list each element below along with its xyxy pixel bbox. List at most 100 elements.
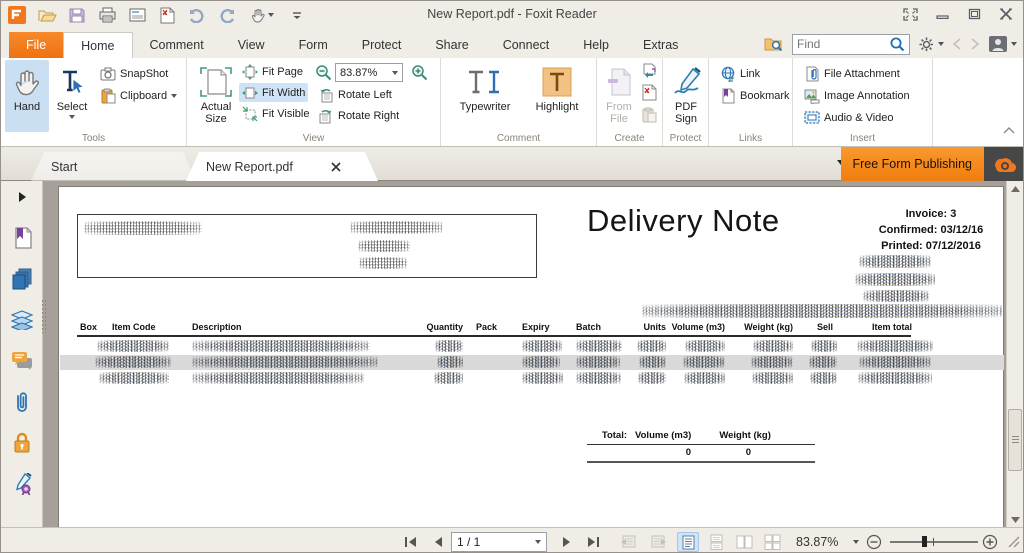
- security-panel-button[interactable]: [9, 431, 35, 455]
- create-from-clipboard-button[interactable]: [641, 106, 658, 123]
- new-document-button[interactable]: [157, 5, 177, 25]
- minimize-button[interactable]: [933, 6, 951, 22]
- typewriter-button[interactable]: Typewriter: [449, 60, 521, 132]
- clipboard-button[interactable]: Clipboard: [97, 86, 180, 105]
- next-page-button[interactable]: [559, 532, 575, 551]
- layers-panel-button[interactable]: [9, 308, 35, 332]
- tab-view[interactable]: View: [221, 32, 282, 58]
- tab-file[interactable]: File: [9, 32, 63, 58]
- status-zoom-value[interactable]: 83.87%: [796, 532, 838, 551]
- single-page-view-button[interactable]: [677, 532, 699, 552]
- settings-gear-button[interactable]: [918, 36, 944, 53]
- history-forward-button[interactable]: [970, 38, 980, 50]
- tab-extras[interactable]: Extras: [626, 32, 695, 58]
- zoom-slider-thumb[interactable]: [922, 536, 927, 547]
- previous-page-button[interactable]: [429, 532, 445, 551]
- create-blank-button[interactable]: [641, 84, 658, 101]
- doc-tab-new-report[interactable]: New Report.pdf: [186, 152, 378, 181]
- scrollbar-thumb[interactable]: [1008, 409, 1022, 471]
- col-item-code: Item Code: [112, 322, 156, 332]
- tab-share[interactable]: Share: [418, 32, 485, 58]
- find-box[interactable]: [792, 34, 910, 55]
- hand-tool-quick-button[interactable]: [247, 5, 277, 25]
- doc-tab-start[interactable]: Start: [31, 152, 196, 181]
- audio-video-button[interactable]: Audio & Video: [801, 108, 897, 127]
- fullscreen-button[interactable]: [901, 6, 919, 22]
- comments-panel-button[interactable]: [9, 349, 35, 373]
- close-tab-icon[interactable]: [331, 162, 341, 172]
- history-back-button[interactable]: [952, 38, 962, 50]
- maximize-button[interactable]: [965, 6, 983, 22]
- zoom-level-combo[interactable]: 83.87%: [335, 63, 403, 82]
- find-input[interactable]: [797, 37, 889, 51]
- rotate-left-button[interactable]: Rotate Left: [315, 85, 395, 104]
- fit-width-button[interactable]: Fit Width: [239, 83, 308, 102]
- expand-panel-arrow[interactable]: [9, 185, 35, 209]
- fit-visible-button[interactable]: Fit Visible: [239, 104, 312, 123]
- pages-panel-button[interactable]: [9, 267, 35, 291]
- continuous-facing-view-button[interactable]: [761, 532, 783, 552]
- undo-button[interactable]: [187, 5, 207, 25]
- title-bar: New Report.pdf - Foxit Reader: [1, 1, 1023, 29]
- link-button[interactable]: Link: [717, 64, 763, 83]
- rotate-right-button[interactable]: Rotate Right: [315, 106, 402, 125]
- scroll-down-arrow[interactable]: [1007, 512, 1024, 527]
- facing-view-button[interactable]: [733, 532, 755, 552]
- ribbon-home: Hand Select SnapShot Clipboard: [1, 58, 1023, 147]
- create-from-multiple-button[interactable]: [641, 62, 658, 79]
- search-folder-icon[interactable]: [764, 36, 784, 52]
- tab-comment[interactable]: Comment: [133, 32, 221, 58]
- zoom-in-button[interactable]: [411, 64, 428, 81]
- page-number-combo[interactable]: 1 / 1: [451, 532, 547, 552]
- print-button[interactable]: [97, 5, 117, 25]
- zoom-out-button[interactable]: [315, 64, 332, 81]
- continuous-view-button[interactable]: [705, 532, 727, 552]
- zoom-out-slider-button[interactable]: [865, 532, 883, 551]
- resize-grip[interactable]: [1005, 532, 1021, 551]
- user-account-button[interactable]: [988, 35, 1017, 53]
- panel-resize-grip[interactable]: [41, 299, 46, 333]
- tab-help[interactable]: Help: [566, 32, 626, 58]
- last-page-button[interactable]: [583, 532, 603, 551]
- status-zoom-caret[interactable]: [853, 532, 859, 551]
- close-button[interactable]: [997, 6, 1015, 22]
- pdf-sign-button[interactable]: PDF Sign: [665, 60, 707, 132]
- redo-button[interactable]: [217, 5, 237, 25]
- email-button[interactable]: [127, 5, 147, 25]
- bookmark-button[interactable]: Bookmark: [717, 86, 793, 105]
- customize-toolbar-button[interactable]: [287, 5, 307, 25]
- actual-size-button[interactable]: Actual Size: [193, 60, 239, 132]
- ribbon-tab-bar: File Home Comment View Form Protect Shar…: [1, 29, 1023, 58]
- file-attachment-button[interactable]: File Attachment: [801, 64, 903, 83]
- find-search-icon[interactable]: [889, 36, 905, 52]
- bookmarks-panel-button[interactable]: [9, 226, 35, 250]
- zoom-slider-track[interactable]: [890, 541, 978, 543]
- open-file-button[interactable]: [37, 5, 57, 25]
- first-page-button[interactable]: [401, 532, 421, 551]
- free-form-publishing-button[interactable]: Free Form Publishing: [841, 147, 985, 181]
- zoom-slider-tick: [933, 538, 934, 546]
- foxit-logo-icon[interactable]: [7, 5, 27, 25]
- tab-connect[interactable]: Connect: [486, 32, 567, 58]
- previous-view-button[interactable]: [617, 532, 639, 551]
- scroll-up-arrow[interactable]: [1007, 181, 1024, 196]
- from-file-button[interactable]: From File: [599, 60, 639, 132]
- tab-protect[interactable]: Protect: [345, 32, 419, 58]
- tab-form[interactable]: Form: [282, 32, 345, 58]
- zoom-in-slider-button[interactable]: [981, 532, 999, 551]
- save-button[interactable]: [67, 5, 87, 25]
- tab-home[interactable]: Home: [63, 32, 132, 58]
- highlight-button[interactable]: Highlight: [525, 60, 589, 132]
- foxit-cloud-logo-icon[interactable]: [984, 147, 1023, 181]
- collapse-ribbon-button[interactable]: [1001, 124, 1017, 136]
- select-button[interactable]: Select: [51, 60, 93, 132]
- fit-page-button[interactable]: Fit Page: [239, 62, 306, 81]
- select-dropdown-caret: [69, 115, 75, 119]
- attachments-panel-button[interactable]: [9, 390, 35, 414]
- hand-button[interactable]: Hand: [5, 60, 49, 132]
- image-annotation-button[interactable]: Image Annotation: [801, 86, 913, 105]
- signatures-panel-button[interactable]: [9, 472, 35, 496]
- next-view-button[interactable]: [647, 532, 669, 551]
- snapshot-button[interactable]: SnapShot: [97, 64, 171, 83]
- vertical-scrollbar[interactable]: [1006, 181, 1023, 527]
